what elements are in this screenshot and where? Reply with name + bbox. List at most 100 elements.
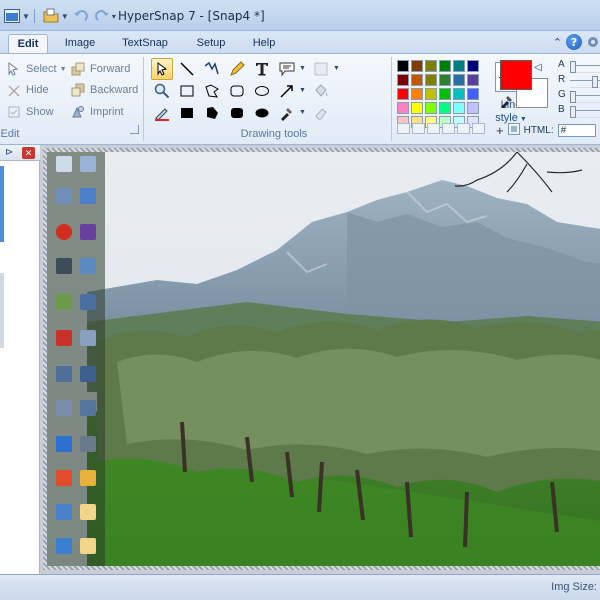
desktop-app-icon[interactable] bbox=[53, 538, 75, 566]
desktop-app-icon[interactable] bbox=[77, 188, 99, 218]
color-swatch[interactable] bbox=[467, 60, 479, 72]
green-slider-thumb[interactable] bbox=[570, 91, 576, 103]
highlight-tool-icon[interactable] bbox=[151, 102, 173, 124]
color-swatch[interactable] bbox=[411, 74, 423, 86]
color-swatch[interactable] bbox=[425, 102, 437, 114]
tab-image[interactable]: Image bbox=[56, 34, 104, 53]
forward-button[interactable]: Forward bbox=[70, 60, 130, 78]
text-tool-icon[interactable] bbox=[251, 58, 273, 80]
app-menu-icon[interactable] bbox=[3, 7, 21, 25]
color-swatch[interactable] bbox=[453, 88, 465, 100]
color-swatch[interactable] bbox=[453, 102, 465, 114]
select-button[interactable]: Select ▼ bbox=[6, 60, 67, 78]
polyline-tool-icon[interactable] bbox=[201, 58, 223, 80]
color-swatch[interactable] bbox=[467, 102, 479, 114]
desktop-folder-icon[interactable] bbox=[77, 538, 99, 566]
settings-icon[interactable] bbox=[586, 35, 600, 49]
html-color-field[interactable]: # bbox=[557, 124, 596, 137]
thumbnail-selected[interactable] bbox=[0, 166, 4, 242]
fill-color-caret-icon[interactable]: ▼ bbox=[333, 65, 340, 72]
color-swatch[interactable] bbox=[425, 88, 437, 100]
tab-help[interactable]: Help bbox=[244, 34, 284, 53]
desktop-app-icon[interactable] bbox=[77, 436, 99, 466]
callout-tool-icon[interactable] bbox=[276, 58, 298, 80]
palette-tool-button[interactable] bbox=[412, 123, 425, 134]
rectangle-tool-icon[interactable] bbox=[176, 80, 198, 102]
tab-textsnap[interactable]: TextSnap bbox=[114, 34, 176, 53]
show-button[interactable]: Show bbox=[6, 103, 54, 121]
red-slider[interactable] bbox=[570, 76, 600, 88]
foreground-color-swatch[interactable] bbox=[500, 60, 532, 90]
color-swatch[interactable] bbox=[397, 88, 409, 100]
undo-icon[interactable] bbox=[72, 7, 90, 25]
palette-tool-button[interactable] bbox=[457, 123, 470, 134]
color-swatch[interactable] bbox=[453, 60, 465, 72]
color-swatch[interactable] bbox=[439, 60, 451, 72]
desktop-app-icon[interactable] bbox=[77, 224, 99, 254]
palette-tool-button[interactable] bbox=[397, 123, 410, 134]
eyedropper-icon[interactable] bbox=[500, 94, 514, 111]
line-tool-icon[interactable] bbox=[176, 58, 198, 80]
color-swatch[interactable] bbox=[397, 60, 409, 72]
pencil-tool-icon[interactable] bbox=[226, 58, 248, 80]
minimize-ribbon-icon[interactable]: ⌃ bbox=[553, 36, 562, 49]
zoom-tool-icon[interactable] bbox=[151, 80, 173, 102]
imprint-button[interactable]: Imprint bbox=[70, 103, 124, 121]
redo-icon[interactable] bbox=[93, 7, 111, 25]
callout-caret-icon[interactable]: ▼ bbox=[299, 65, 306, 72]
color-swatch[interactable] bbox=[425, 74, 437, 86]
eraser-tool-icon[interactable] bbox=[310, 102, 332, 124]
thumbnail[interactable] bbox=[0, 273, 4, 348]
color-picker-caret-icon[interactable]: ▼ bbox=[299, 109, 306, 116]
select-tool-icon[interactable] bbox=[151, 58, 173, 80]
desktop-app-icon[interactable] bbox=[77, 366, 99, 396]
color-swatch[interactable] bbox=[439, 74, 451, 86]
color-swatch[interactable] bbox=[397, 74, 409, 86]
recycle-bin-icon[interactable] bbox=[53, 156, 75, 186]
filled-rectangle-tool-icon[interactable] bbox=[176, 102, 198, 124]
fill-tool-icon[interactable] bbox=[310, 80, 332, 102]
filled-polygon-tool-icon[interactable] bbox=[201, 102, 223, 124]
desktop-app-icon[interactable] bbox=[53, 258, 75, 288]
tab-edit[interactable]: Edit bbox=[8, 34, 48, 53]
filled-ellipse-tool-icon[interactable] bbox=[251, 102, 273, 124]
color-swatch[interactable] bbox=[453, 74, 465, 86]
alpha-slider[interactable] bbox=[570, 61, 600, 73]
color-picker-tool-icon[interactable] bbox=[276, 102, 298, 124]
pin-icon[interactable]: ⊳ bbox=[5, 147, 13, 158]
desktop-app-icon[interactable] bbox=[77, 156, 99, 186]
captured-image[interactable] bbox=[47, 152, 600, 566]
color-swatch[interactable] bbox=[411, 102, 423, 114]
desktop-app-icon[interactable] bbox=[53, 504, 75, 534]
desktop-app-icon[interactable] bbox=[77, 294, 99, 324]
color-swatch[interactable] bbox=[411, 88, 423, 100]
edit-group-launcher-icon[interactable] bbox=[130, 125, 139, 134]
canvas-area[interactable] bbox=[40, 145, 600, 574]
arrow-caret-icon[interactable]: ▼ bbox=[299, 87, 306, 94]
open-icon[interactable] bbox=[42, 7, 60, 25]
desktop-app-icon[interactable] bbox=[53, 436, 75, 466]
color-swatch[interactable] bbox=[397, 102, 409, 114]
palette-tool-button[interactable] bbox=[427, 123, 440, 134]
color-swatch[interactable] bbox=[439, 88, 451, 100]
green-slider[interactable] bbox=[570, 91, 600, 103]
desktop-app-icon[interactable] bbox=[53, 330, 75, 360]
filled-rounded-rect-tool-icon[interactable] bbox=[226, 102, 248, 124]
desktop-app-icon[interactable] bbox=[53, 188, 75, 218]
palette-tool-button[interactable] bbox=[472, 123, 485, 134]
palette-tool-button[interactable] bbox=[442, 123, 455, 134]
color-swatch[interactable] bbox=[425, 60, 437, 72]
desktop-app-icon[interactable] bbox=[53, 294, 75, 324]
opera-icon[interactable] bbox=[53, 224, 75, 254]
freeform-tool-icon[interactable] bbox=[201, 80, 223, 102]
desktop-app-icon[interactable] bbox=[77, 470, 99, 500]
swap-colors-icon[interactable]: ◁ bbox=[534, 62, 542, 73]
desktop-app-icon[interactable] bbox=[53, 400, 75, 430]
fill-color-tool-icon[interactable] bbox=[310, 58, 332, 80]
add-color-icon[interactable]: + bbox=[496, 123, 504, 138]
red-slider-thumb[interactable] bbox=[592, 76, 598, 88]
blue-slider[interactable] bbox=[570, 106, 600, 118]
hide-button[interactable]: Hide bbox=[6, 81, 49, 99]
desktop-app-icon[interactable] bbox=[77, 330, 99, 360]
desktop-app-icon[interactable] bbox=[77, 258, 99, 288]
